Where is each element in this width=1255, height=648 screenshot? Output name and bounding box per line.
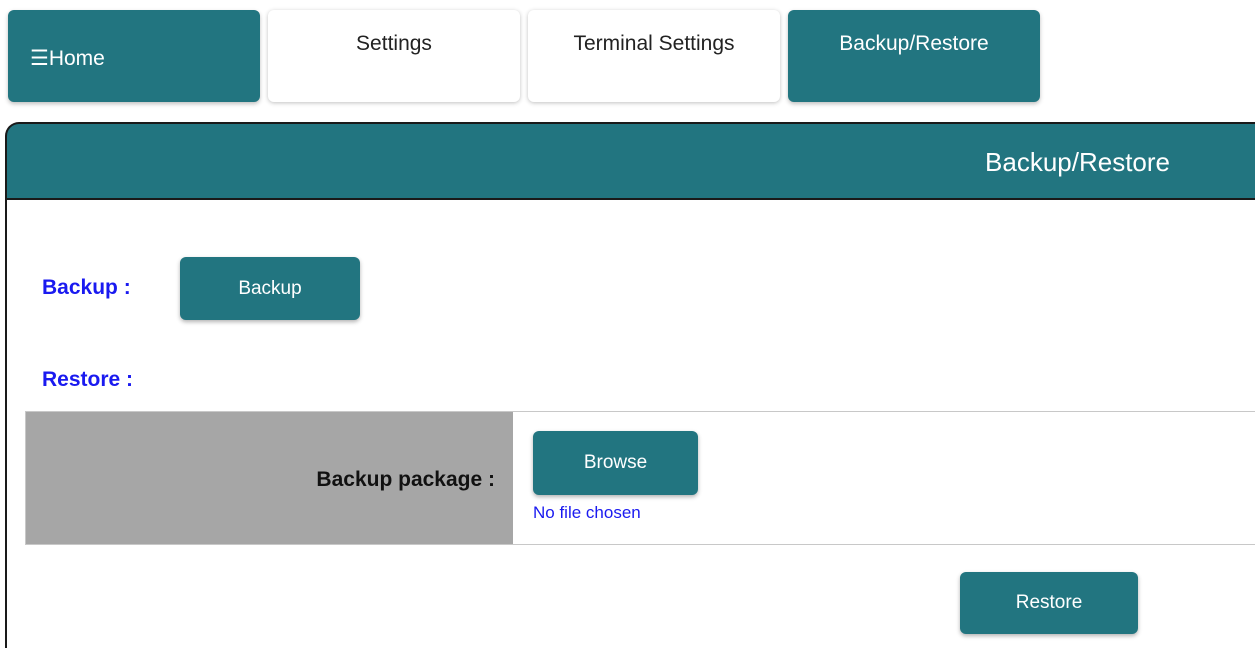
page-title: Backup/Restore — [985, 147, 1170, 177]
tab-backup-restore-label: Backup/Restore — [839, 32, 989, 55]
tab-terminal-settings-label: Terminal Settings — [573, 32, 735, 55]
backup-button[interactable]: Backup — [180, 257, 360, 320]
tab-settings-label: Settings — [356, 32, 432, 55]
tab-terminal-settings[interactable]: Terminal Settings — [528, 10, 780, 102]
restore-button[interactable]: Restore — [960, 572, 1138, 634]
tab-backup-restore[interactable]: Backup/Restore — [788, 10, 1040, 102]
backup-package-label-cell: Backup package : — [26, 412, 513, 544]
panel-header: Backup/Restore — [5, 122, 1255, 198]
top-navigation-tabs: ☰Home Settings Terminal Settings Backup/… — [0, 0, 1255, 110]
file-status-text: No file chosen — [533, 503, 641, 522]
tab-home-label: ☰Home — [30, 46, 105, 70]
backup-package-label: Backup package : — [316, 468, 495, 491]
browse-button[interactable]: Browse — [533, 431, 698, 495]
backup-label: Backup : — [42, 276, 131, 299]
tab-home[interactable]: ☰Home — [8, 10, 260, 102]
tab-settings[interactable]: Settings — [268, 10, 520, 102]
restore-label: Restore : — [42, 368, 134, 391]
